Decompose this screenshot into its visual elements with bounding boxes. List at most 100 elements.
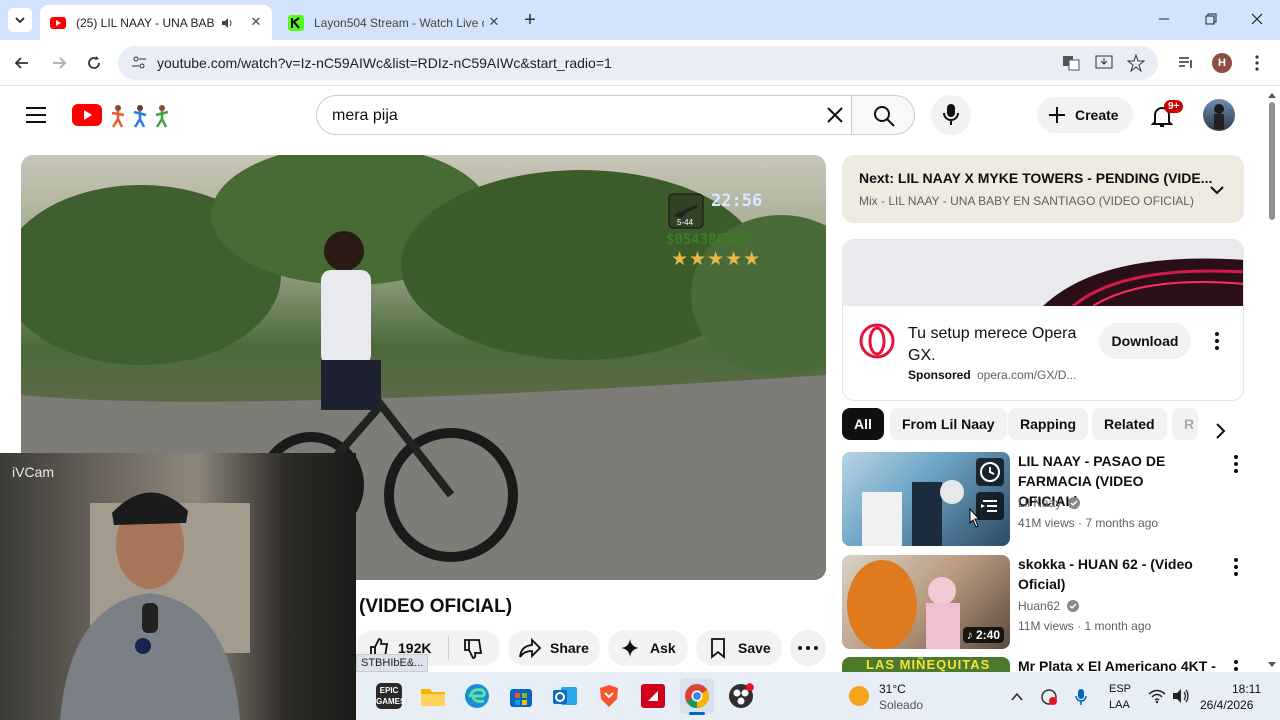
close-tab-icon[interactable]: ✕ xyxy=(486,14,502,30)
back-icon[interactable] xyxy=(12,53,32,73)
sparkle-icon xyxy=(621,639,639,657)
restore-button[interactable] xyxy=(1198,6,1222,30)
link-hover-status: STBHIbE&... xyxy=(356,654,429,672)
file-explorer-icon[interactable] xyxy=(420,683,446,709)
close-window-button[interactable] xyxy=(1245,6,1269,30)
new-tab-button[interactable]: + xyxy=(520,10,540,30)
chip-rapping[interactable]: Rapping xyxy=(1008,408,1088,440)
tray-app-icon[interactable] xyxy=(1040,688,1058,706)
clock-date[interactable]: 26/4/2026 xyxy=(1200,698,1253,712)
amd-software-icon[interactable] xyxy=(640,683,666,709)
video-thumbnail[interactable]: ♪ 2:40 xyxy=(842,555,1010,649)
outlook-icon[interactable] xyxy=(552,683,578,709)
download-button[interactable]: Download xyxy=(1099,323,1191,359)
brave-icon[interactable] xyxy=(596,683,622,709)
video-thumbnail[interactable]: LAS MIÑEQUITAS xyxy=(842,657,1010,672)
reload-icon[interactable] xyxy=(84,53,104,73)
forward-icon[interactable] xyxy=(49,53,69,73)
obs-icon[interactable] xyxy=(728,683,754,709)
video-more-icon[interactable] xyxy=(1226,557,1246,577)
channel-name[interactable]: Huan62 xyxy=(1018,599,1080,613)
video-title[interactable]: skokka - HUAN 62 - (Video Oficial) xyxy=(1018,554,1208,594)
keyboard-layout[interactable]: LAA xyxy=(1109,699,1130,711)
video-duration: ♪ 2:40 xyxy=(962,627,1004,643)
browser-toolbar: youtube.com/watch?v=Iz-nC59AIWc&list=RDI… xyxy=(0,40,1280,86)
sponsored-ad-card[interactable]: Tu setup merece Opera GX. Sponsored oper… xyxy=(842,239,1244,401)
translate-icon[interactable] xyxy=(1062,54,1080,72)
epic-games-icon[interactable]: EPIC GAMES xyxy=(376,683,405,709)
address-bar[interactable]: youtube.com/watch?v=Iz-nC59AIWc&list=RDI… xyxy=(118,46,1158,80)
mix-label: Mix - LIL NAAY - UNA BABY EN SANTIAGO (V… xyxy=(859,194,1194,208)
youtube-logo[interactable] xyxy=(72,103,172,129)
chip-more-partial[interactable]: R xyxy=(1172,408,1198,440)
media-controls-icon[interactable] xyxy=(1177,54,1195,72)
search-input[interactable]: mera pija xyxy=(316,95,852,135)
account-avatar[interactable] xyxy=(1203,99,1235,131)
tray-overflow-icon[interactable] xyxy=(1010,690,1024,704)
search-button[interactable] xyxy=(851,95,915,135)
notification-badge: 9+ xyxy=(1164,100,1184,113)
watch-later-icon[interactable] xyxy=(976,458,1004,486)
thumbnail-text: LAS MIÑEQUITAS xyxy=(866,657,991,672)
ad-domain[interactable]: opera.com/GX/D... xyxy=(977,368,1076,382)
save-button[interactable]: Save xyxy=(696,630,782,666)
bookmark-icon xyxy=(711,638,725,659)
dislike-button[interactable] xyxy=(452,630,500,666)
microsoft-store-icon[interactable] xyxy=(508,683,534,709)
tab-youtube[interactable]: (25) LIL NAAY - UNA BABY EN SANTIAGO ✕ xyxy=(40,5,272,40)
share-button[interactable]: Share xyxy=(508,630,600,666)
browser-menu-icon[interactable] xyxy=(1254,54,1260,72)
more-actions-button[interactable] xyxy=(790,630,826,666)
weather-sun-icon[interactable] xyxy=(848,685,870,707)
clock-time[interactable]: 18:11 xyxy=(1232,682,1261,696)
tab-kick[interactable]: Layon504 Stream - Watch Live on Kick ✕ xyxy=(278,5,510,40)
mouse-cursor-icon xyxy=(969,508,981,528)
video-more-icon[interactable] xyxy=(1226,659,1246,672)
share-label: Share xyxy=(550,640,589,656)
create-button[interactable]: Create xyxy=(1037,97,1133,133)
scrollbar-thumb[interactable] xyxy=(1269,102,1275,220)
install-app-icon[interactable] xyxy=(1095,54,1113,72)
microphone-icon xyxy=(943,104,959,125)
ad-more-icon[interactable] xyxy=(1213,331,1221,351)
speaker-icon[interactable] xyxy=(220,16,234,30)
scroll-up-icon[interactable] xyxy=(1266,90,1278,100)
chevron-down-icon[interactable] xyxy=(1207,180,1227,200)
chip-all[interactable]: All xyxy=(842,408,884,440)
wifi-icon[interactable] xyxy=(1148,688,1166,704)
keyboard-language[interactable]: ESP xyxy=(1109,683,1131,695)
edge-icon[interactable] xyxy=(464,683,490,709)
youtube-favicon-icon xyxy=(50,16,66,29)
tab-search-button[interactable] xyxy=(8,8,32,32)
ask-button[interactable]: Ask xyxy=(608,630,688,666)
chip-from-lil-naay[interactable]: From Lil Naay xyxy=(890,408,1007,440)
chip-related[interactable]: Related xyxy=(1092,408,1167,440)
profile-avatar[interactable]: H xyxy=(1212,53,1232,73)
chips-next-icon[interactable] xyxy=(1208,419,1232,443)
playlist-next-panel[interactable]: Next: LIL NAAY X MYKE TOWERS - PENDING (… xyxy=(842,155,1244,223)
minimize-icon xyxy=(1159,18,1169,20)
url-text[interactable]: youtube.com/watch?v=Iz-nC59AIWc&list=RDI… xyxy=(157,55,612,71)
page-scrollbar[interactable] xyxy=(1266,90,1278,672)
video-title[interactable]: Mr Plata x El Americano 4KT - xyxy=(1018,656,1218,672)
voice-search-button[interactable] xyxy=(931,95,971,135)
notifications-button[interactable]: 9+ xyxy=(1148,100,1188,132)
minimize-button[interactable] xyxy=(1152,6,1176,30)
bookmark-star-icon[interactable] xyxy=(1127,54,1145,72)
close-tab-icon[interactable]: ✕ xyxy=(248,14,264,30)
video-meta: 41M views · 7 months ago xyxy=(1018,516,1159,530)
video-thumbnail[interactable] xyxy=(842,452,1010,546)
volume-icon[interactable] xyxy=(1172,688,1190,704)
clear-search-icon[interactable] xyxy=(825,105,845,125)
channel-name[interactable]: Lil Naay xyxy=(1018,496,1081,510)
scroll-down-icon[interactable] xyxy=(1266,660,1278,670)
browser-tab-strip: (25) LIL NAAY - UNA BABY EN SANTIAGO ✕ L… xyxy=(0,0,1280,40)
doodle-dancers-icon xyxy=(111,105,169,128)
tray-microphone-icon[interactable] xyxy=(1074,688,1088,706)
ad-title: Tu setup merece Opera GX. xyxy=(908,325,1077,364)
weather-condition: Soleado xyxy=(879,698,924,712)
hamburger-menu-icon[interactable] xyxy=(24,103,48,127)
site-info-icon[interactable] xyxy=(130,54,148,72)
chrome-icon[interactable] xyxy=(684,683,710,709)
video-more-icon[interactable] xyxy=(1226,454,1246,474)
